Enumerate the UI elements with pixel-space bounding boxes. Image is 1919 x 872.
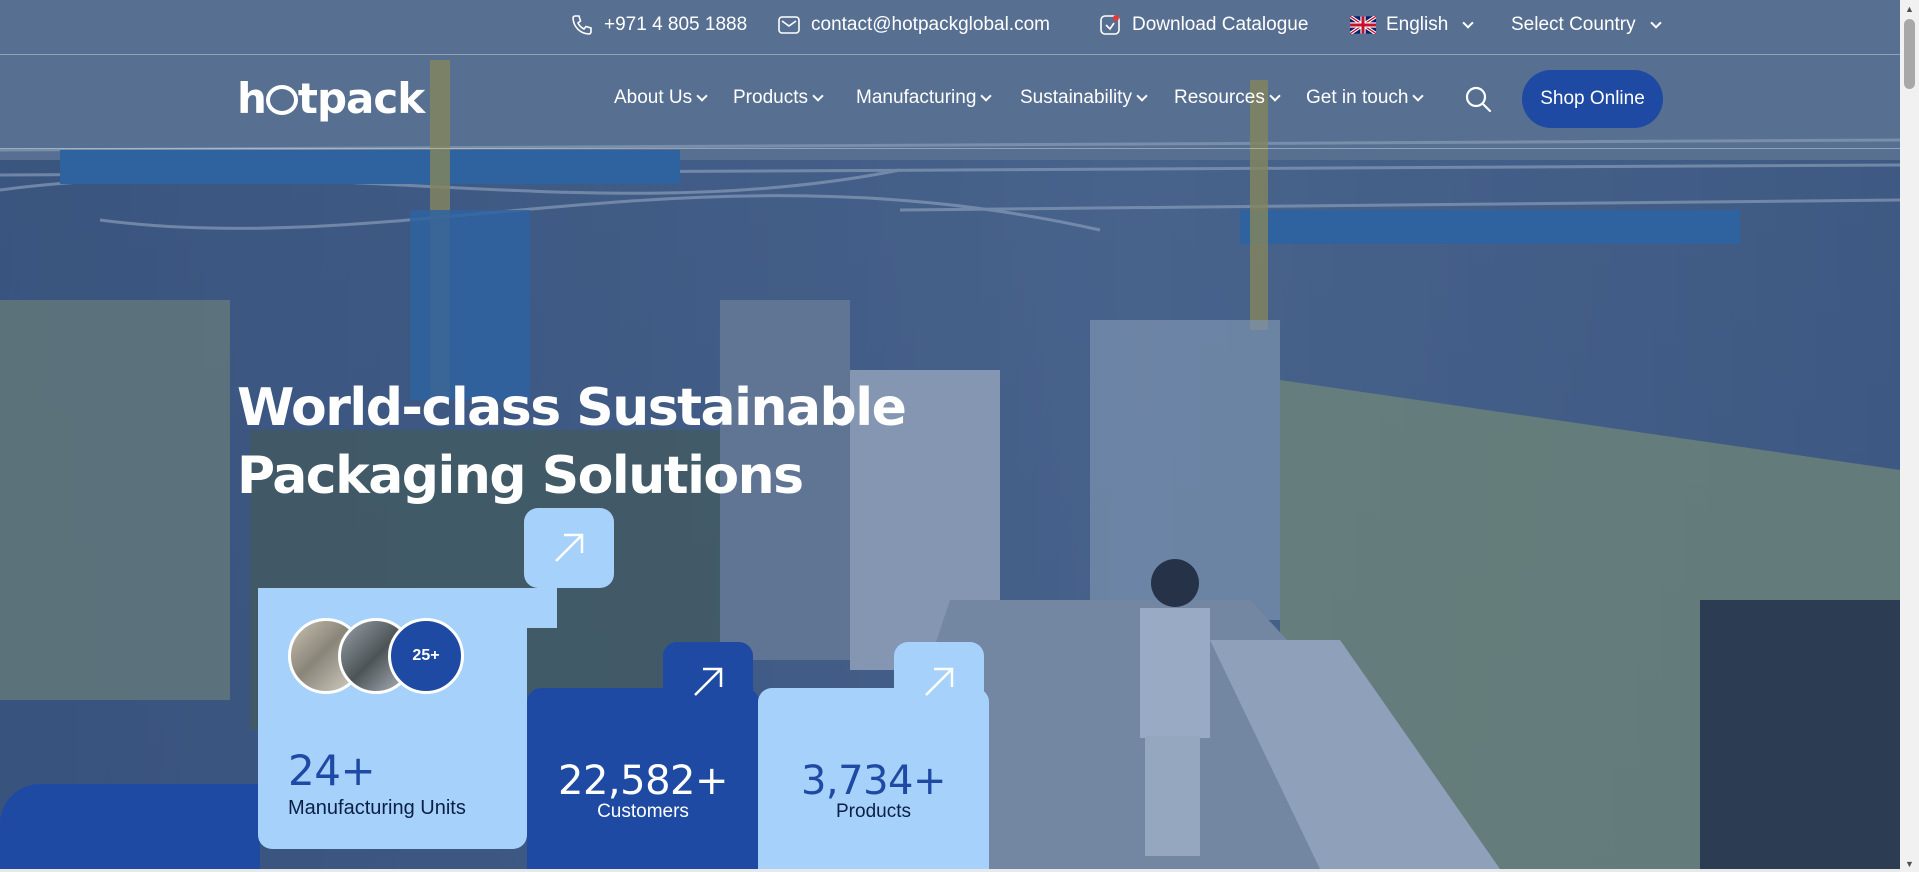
card-notch [527, 588, 557, 628]
units-label: Manufacturing Units [288, 797, 466, 819]
email-address: contact@hotpackglobal.com [811, 14, 1050, 35]
hero-headline: World-class Sustainable Packaging Soluti… [237, 374, 907, 510]
nav-resources[interactable]: Resources [1174, 87, 1281, 109]
page-scrollbar[interactable]: ▲ ▼ [1900, 0, 1919, 872]
nav-label: Manufacturing [856, 87, 977, 108]
chevron-down-icon [1412, 89, 1425, 102]
catalogue-label: Download Catalogue [1132, 14, 1309, 35]
nav-label: Sustainability [1020, 87, 1132, 108]
headline-line-2: Packaging Solutions [237, 446, 804, 506]
nav-label: About Us [614, 87, 693, 108]
stats-base [0, 784, 260, 869]
language-select[interactable]: English [1350, 13, 1474, 37]
headline-line-1: World-class Sustainable [237, 378, 907, 438]
units-value: 24+ [288, 746, 376, 795]
customers-arrow-button[interactable] [663, 642, 753, 722]
products-value: 3,734+ [800, 758, 947, 804]
email-link[interactable]: contact@hotpackglobal.com [777, 13, 1050, 37]
logo-text-start: h [237, 74, 267, 123]
phone-icon [572, 15, 592, 35]
logo-o-mark [265, 85, 298, 115]
nav-label: Resources [1174, 87, 1265, 108]
phone-link[interactable]: +971 4 805 1888 [570, 13, 747, 37]
chevron-down-icon [1269, 89, 1281, 102]
chevron-down-icon [812, 89, 824, 102]
download-catalogue-link[interactable]: Download Catalogue [1098, 13, 1308, 37]
shop-online-button[interactable]: Shop Online [1522, 70, 1663, 128]
chevron-down-icon [1649, 16, 1662, 29]
customers-value: 22,582+ [558, 758, 728, 804]
catalogue-icon [1100, 15, 1120, 35]
manufacturing-arrow-button[interactable] [524, 508, 614, 588]
nav-label: Products [733, 87, 808, 108]
header-divider [0, 54, 1900, 55]
scroll-up-arrow-icon[interactable]: ▲ [1900, 0, 1919, 17]
top-utility-bar: +971 4 805 1888 contact@hotpackglobal.co… [0, 0, 1900, 54]
scrollbar-thumb[interactable] [1904, 19, 1915, 89]
phone-number: +971 4 805 1888 [604, 14, 748, 35]
count-badge: 25+ [388, 618, 464, 694]
scroll-down-arrow-icon[interactable]: ▼ [1900, 855, 1919, 872]
nav-sustainability[interactable]: Sustainability [1020, 87, 1148, 109]
search-icon[interactable] [1464, 85, 1492, 113]
chevron-down-icon [696, 89, 708, 102]
products-arrow-button[interactable] [894, 642, 984, 722]
logo-text-end: tpack [297, 74, 425, 123]
nav-about-us[interactable]: About Us [614, 87, 708, 109]
chevron-down-icon [1462, 16, 1474, 29]
arrow-up-right-icon [925, 667, 954, 696]
chevron-down-icon [1136, 89, 1148, 102]
customers-label: Customers [597, 801, 689, 822]
hotpack-logo[interactable]: h tpack [237, 74, 425, 123]
nav-products[interactable]: Products [733, 87, 824, 109]
products-label: Products [836, 801, 911, 822]
arrow-up-right-icon [694, 667, 723, 696]
email-icon [778, 16, 800, 34]
chevron-down-icon [980, 89, 993, 102]
arrow-up-right-icon [555, 533, 584, 562]
country-select[interactable]: Select Country [1511, 13, 1662, 37]
uk-flag-icon [1350, 16, 1376, 34]
language-label: English [1386, 14, 1449, 35]
nav-label: Get in touch [1306, 87, 1409, 108]
nav-get-in-touch[interactable]: Get in touch [1306, 87, 1425, 109]
nav-manufacturing[interactable]: Manufacturing [856, 87, 993, 109]
nav-divider [0, 148, 1900, 149]
country-label: Select Country [1511, 14, 1636, 35]
